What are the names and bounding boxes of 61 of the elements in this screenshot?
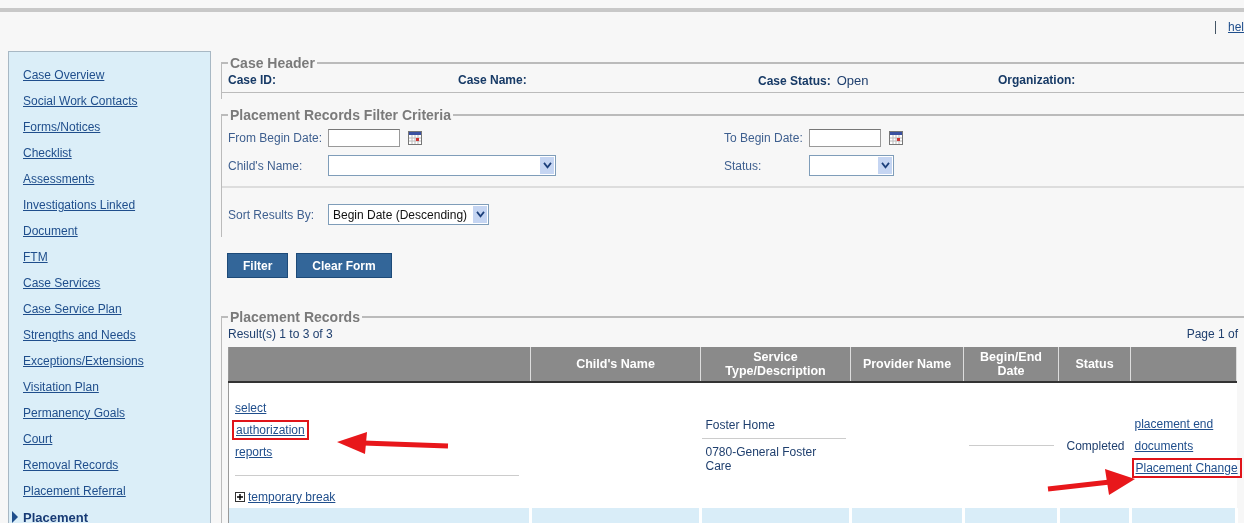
expand-icon[interactable] — [235, 492, 245, 502]
sidebar-link[interactable]: Permanency Goals — [23, 406, 126, 420]
form-button[interactable]: Clear Form — [296, 253, 392, 278]
field-label: Status: — [724, 158, 763, 173]
sidebar-link[interactable]: Case Services — [23, 276, 101, 290]
result-count: Result(s) 1 to 3 of 3 — [228, 327, 333, 341]
row-action-link[interactable]: select — [235, 401, 267, 415]
sidebar-link[interactable]: Assessments — [23, 172, 95, 186]
row-action-link[interactable]: documents — [1134, 438, 1194, 453]
row-action-link[interactable]: Placement Change — [1134, 460, 1239, 475]
help-link[interactable]: hel — [1228, 20, 1244, 34]
column-header: Service Type/Description — [700, 347, 851, 382]
section-title: Placement Records — [229, 309, 361, 325]
calendar-icon[interactable] — [408, 131, 422, 145]
sidebar-link[interactable]: Court — [23, 432, 53, 446]
date-field[interactable] — [809, 129, 881, 147]
row-action-link[interactable]: placement end — [1134, 416, 1214, 431]
table-cell: Foster Home — [701, 412, 846, 439]
sidebar-link[interactable]: Social Work Contacts — [23, 94, 138, 108]
field-label: Case ID: — [228, 73, 277, 87]
page-indicator: Page 1 of — [1186, 327, 1238, 341]
childs-name-dropdown[interactable] — [328, 155, 556, 176]
sidebar-link[interactable]: Case Service Plan — [23, 302, 122, 316]
field-label: Case Name: — [458, 73, 527, 87]
column-header: Status — [1058, 347, 1131, 382]
sidebar-link[interactable]: Visitation Plan — [23, 380, 99, 394]
field-label: Sort Results By: — [228, 207, 316, 222]
column-header: Provider Name — [850, 347, 964, 382]
form-button[interactable]: Filter — [227, 253, 289, 278]
field-label: Case Status: — [758, 74, 831, 88]
row-action-link[interactable]: authorization — [235, 423, 306, 437]
sidebar-link[interactable]: Placement Referral — [23, 484, 126, 498]
section-title: Placement Records Filter Criteria — [229, 107, 452, 123]
sidebar-link[interactable]: Document — [23, 224, 78, 238]
sidebar-link[interactable]: Checklist — [23, 146, 72, 160]
chevron-down-icon — [880, 162, 890, 169]
chevron-down-icon — [475, 211, 485, 218]
row-action-link[interactable]: reports — [235, 445, 273, 459]
sidebar-link[interactable]: Investigations Linked — [23, 198, 136, 212]
sort-dropdown[interactable]: Begin Date (Descending) — [328, 204, 490, 225]
column-header: Child's Name — [530, 347, 701, 382]
sidebar-link[interactable]: Removal Records — [23, 458, 119, 472]
table-cell-text: 0780-General Foster Care — [704, 444, 818, 475]
date-field[interactable] — [328, 129, 400, 147]
field-label: From Begin Date: — [228, 131, 324, 145]
temporary-break-link[interactable]: temporary break — [248, 490, 336, 504]
calendar-icon[interactable] — [889, 131, 903, 145]
sidebar-link[interactable]: Case Overview — [23, 68, 105, 82]
column-header: Begin/End Date — [963, 347, 1059, 382]
field-value: Open — [836, 73, 869, 88]
chevron-down-icon — [542, 162, 552, 169]
sidebar-link[interactable]: Placement — [23, 509, 89, 523]
field-label: To Begin Date: — [724, 131, 804, 145]
field-label: Child's Name: — [228, 158, 304, 173]
sidebar-link[interactable]: FTM — [23, 250, 48, 264]
status-dropdown[interactable] — [809, 155, 894, 176]
field-label: Organization: — [998, 73, 1076, 87]
section-title: Case Header — [229, 55, 316, 71]
sidebar-link[interactable]: Strengths and Needs — [23, 328, 136, 342]
sidebar-link[interactable]: Forms/Notices — [23, 120, 101, 134]
sidebar-link[interactable]: Exceptions/Extensions — [23, 354, 144, 368]
